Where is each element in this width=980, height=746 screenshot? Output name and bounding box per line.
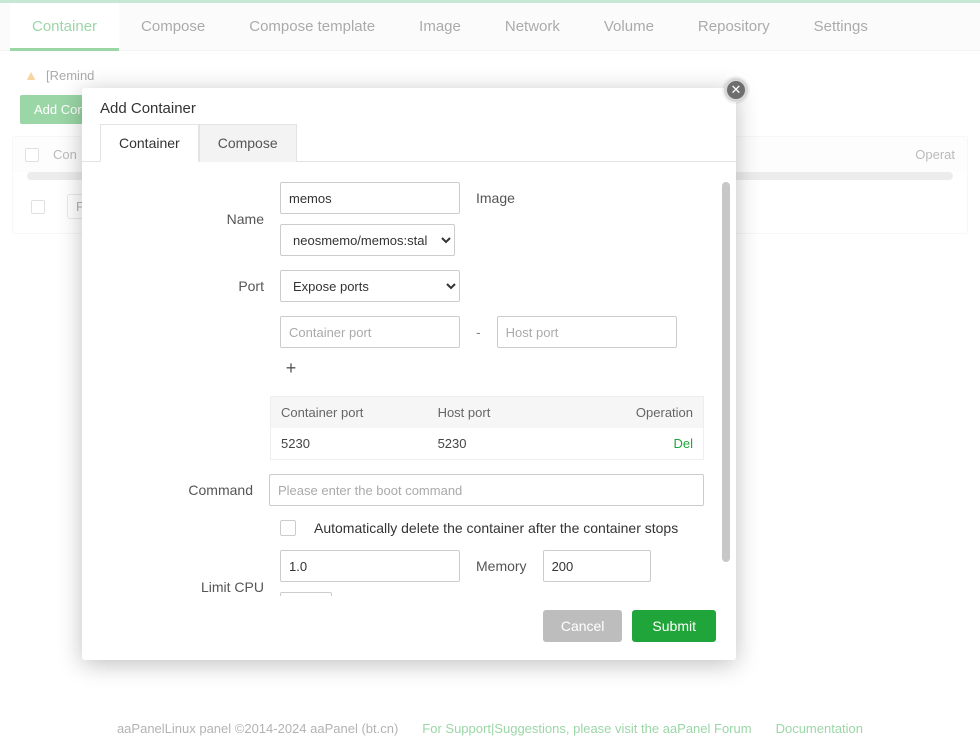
label-memory: Memory (470, 558, 533, 574)
auto-delete-label: Automatically delete the container after… (314, 520, 678, 536)
port-table: Container port Host port Operation 5230 … (270, 396, 704, 460)
modal-close-button[interactable]: ✕ (724, 78, 748, 102)
modal-body: Name Image neosmemo/memos:stal Port Expo… (82, 162, 736, 596)
cell-container-port: 5230 (281, 436, 438, 451)
submit-button[interactable]: Submit (632, 610, 716, 642)
label-name: Name (82, 211, 280, 227)
command-input[interactable] (269, 474, 704, 506)
label-port: Port (82, 278, 280, 294)
modal-footer: Cancel Submit (82, 596, 736, 660)
modal-tab-compose[interactable]: Compose (199, 124, 297, 162)
modal-title: Add Container (82, 88, 736, 123)
label-cpu: Limit CPU (82, 579, 280, 595)
auto-delete-checkbox[interactable] (280, 520, 296, 536)
port-table-header: Container port Host port Operation (271, 397, 703, 428)
port-table-row: 5230 5230 Del (271, 428, 703, 459)
modal-scrollbar[interactable] (722, 182, 730, 562)
col-host-port: Host port (438, 405, 562, 420)
modal-tab-bar: Container Compose (82, 123, 736, 162)
memory-input[interactable] (543, 550, 651, 582)
label-image: Image (470, 190, 521, 206)
port-dash: - (470, 324, 487, 340)
close-icon: ✕ (731, 82, 742, 98)
name-input[interactable] (280, 182, 460, 214)
modal-tab-container[interactable]: Container (100, 124, 199, 162)
cpu-input[interactable] (280, 550, 460, 582)
memory-unit-select[interactable]: MB (280, 592, 332, 596)
add-container-modal: ✕ Add Container Container Compose Name I… (82, 88, 736, 660)
container-port-input[interactable] (280, 316, 460, 348)
cell-host-port: 5230 (438, 436, 562, 451)
col-container-port: Container port (281, 405, 438, 420)
host-port-input[interactable] (497, 316, 677, 348)
add-port-button[interactable]: + (280, 358, 302, 380)
delete-port-button[interactable]: Del (561, 436, 693, 451)
col-port-operation: Operation (561, 405, 693, 420)
label-command: Command (82, 482, 269, 498)
port-mode-select[interactable]: Expose ports (280, 270, 460, 302)
cancel-button[interactable]: Cancel (543, 610, 623, 642)
image-select[interactable]: neosmemo/memos:stal (280, 224, 455, 256)
